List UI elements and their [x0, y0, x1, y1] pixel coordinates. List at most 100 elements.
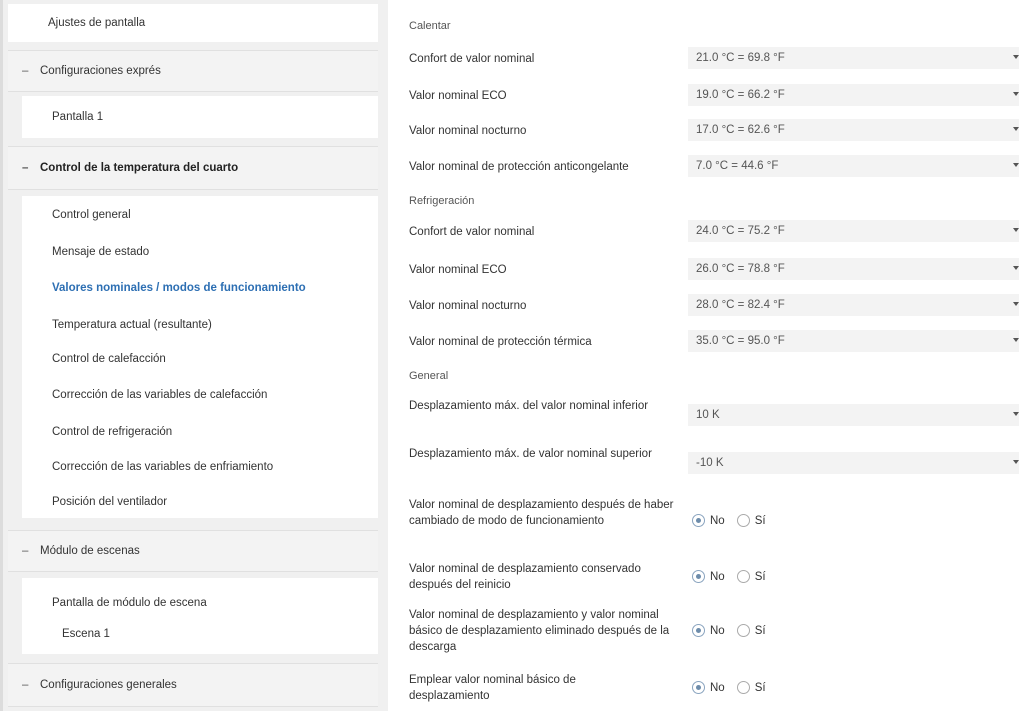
sidebar-item-label: Corrección de las variables de enfriamie…: [52, 461, 274, 473]
radio-label: No: [710, 514, 725, 527]
section-cool-title: Refrigeración: [409, 195, 475, 207]
param-label: Confort de valor nominal: [409, 53, 535, 65]
radio-label: No: [710, 570, 725, 583]
sidebar-item-label: Control general: [52, 209, 131, 221]
sidebar-item-display-settings[interactable]: Ajustes de pantalla: [8, 4, 378, 42]
param-select[interactable]: 21.0 °C = 69.8 °F: [688, 47, 1019, 69]
radio-no[interactable]: [692, 514, 705, 527]
sidebar-item-screen1[interactable]: Pantalla 1: [22, 96, 378, 138]
sidebar-item-label: Control de calefacción: [52, 353, 166, 365]
radio-group: No Sí: [692, 681, 778, 694]
section-heat-title: Calentar: [409, 20, 451, 32]
param-select[interactable]: 7.0 °C = 44.6 °F: [688, 155, 1019, 177]
caret-down-icon: [1013, 228, 1019, 232]
sidebar-item-actual-temp[interactable]: Temperatura actual (resultante): [22, 314, 378, 336]
param-value: 28.0 °C = 82.4 °F: [696, 299, 785, 311]
sidebar-group-label: Control de la temperatura del cuarto: [40, 162, 239, 174]
collapse-icon[interactable]: –: [22, 679, 40, 691]
radio-label: Sí: [754, 514, 766, 527]
sidebar-item-label: Mensaje de estado: [52, 246, 150, 258]
parameter-panel: Calentar Confort de valor nominal 21.0 °…: [409, 0, 1019, 711]
sidebar-item-heating-correction[interactable]: Corrección de las variables de calefacci…: [22, 384, 378, 406]
sidebar-item-heating-control[interactable]: Control de calefacción: [22, 348, 378, 370]
param-value: 10 K: [696, 409, 720, 421]
radio-no[interactable]: [692, 681, 705, 694]
param-value: 21.0 °C = 69.8 °F: [696, 52, 785, 64]
param-select[interactable]: 19.0 °C = 66.2 °F: [688, 84, 1019, 106]
param-label: Desplazamiento máx. de valor nominal sup…: [409, 448, 652, 460]
sidebar-group-general-settings[interactable]: – Configuraciones generales: [8, 663, 378, 707]
sidebar-item-label: Valores nominales / modos de funcionamie…: [52, 282, 306, 294]
param-label: Valor nominal de protección térmica: [409, 336, 592, 348]
param-select[interactable]: 35.0 °C = 95.0 °F: [688, 330, 1019, 352]
caret-down-icon: [1013, 127, 1019, 131]
param-label: Valor nominal nocturno: [409, 125, 527, 137]
sidebar-group-room-temp[interactable]: – Control de la temperatura del cuarto: [8, 146, 378, 190]
collapse-icon[interactable]: –: [22, 162, 40, 174]
radio-group: No Sí: [692, 514, 778, 527]
caret-down-icon: [1013, 92, 1019, 96]
param-value: 24.0 °C = 75.2 °F: [696, 225, 785, 237]
sidebar-item-general-control[interactable]: Control general: [22, 204, 378, 226]
param-select[interactable]: 24.0 °C = 75.2 °F: [688, 220, 1019, 242]
radio-group: No Sí: [692, 570, 778, 583]
sidebar-item-scene1[interactable]: Escena 1: [22, 623, 378, 645]
param-value: -10 K: [696, 457, 724, 469]
radio-no[interactable]: [692, 570, 705, 583]
collapse-icon[interactable]: –: [22, 65, 40, 77]
param-value: 35.0 °C = 95.0 °F: [696, 335, 785, 347]
param-label: Emplear valor nominal básico de desplaza…: [409, 674, 576, 702]
sidebar-item-label: Pantalla de módulo de escena: [52, 597, 207, 609]
param-value: 19.0 °C = 66.2 °F: [696, 89, 785, 101]
param-select[interactable]: 17.0 °C = 62.6 °F: [688, 119, 1019, 141]
sidebar-item-cooling-control[interactable]: Control de refrigeración: [22, 421, 378, 443]
radio-yes[interactable]: [736, 681, 750, 694]
radio-label: No: [710, 681, 725, 694]
sidebar-group-express-settings[interactable]: – Configuraciones exprés: [8, 50, 378, 92]
param-select[interactable]: 28.0 °C = 82.4 °F: [688, 294, 1019, 316]
param-label: Valor nominal de protección anticongelan…: [409, 161, 629, 173]
caret-down-icon: [1013, 338, 1019, 342]
caret-down-icon: [1013, 412, 1019, 416]
sidebar-group-label: Configuraciones exprés: [40, 65, 161, 77]
sidebar-item-status-message[interactable]: Mensaje de estado: [22, 241, 378, 263]
sidebar-item-fan-position[interactable]: Posición del ventilador: [22, 491, 378, 513]
sidebar-item-label: Control de refrigeración: [52, 426, 173, 438]
param-value: 7.0 °C = 44.6 °F: [696, 160, 779, 172]
sidebar-item-label: Ajustes de pantalla: [48, 17, 146, 29]
radio-label: Sí: [754, 624, 766, 637]
radio-no[interactable]: [692, 624, 705, 637]
sidebar-group-label: Módulo de escenas: [40, 545, 140, 557]
sidebar-item-setpoints[interactable]: Valores nominales / modos de funcionamie…: [22, 277, 378, 299]
param-label: Confort de valor nominal: [409, 226, 535, 238]
param-select[interactable]: -10 K: [688, 452, 1019, 474]
radio-label: Sí: [754, 681, 766, 694]
caret-down-icon: [1013, 460, 1019, 464]
param-select[interactable]: 26.0 °C = 78.8 °F: [688, 258, 1019, 280]
sidebar-item-label: Escena 1: [62, 628, 110, 640]
radio-yes[interactable]: [736, 514, 750, 527]
param-label: Valor nominal de desplazamiento conserva…: [409, 563, 641, 591]
sidebar-item-cooling-correction[interactable]: Corrección de las variables de enfriamie…: [22, 456, 378, 478]
param-value: 26.0 °C = 78.8 °F: [696, 263, 785, 275]
sidebar-group-label: Configuraciones generales: [40, 679, 177, 691]
sidebar-item-label: Pantalla 1: [52, 111, 104, 123]
sidebar-item-label: Corrección de las variables de calefacci…: [52, 389, 268, 401]
radio-yes[interactable]: [736, 570, 750, 583]
sidebar-item-label: Temperatura actual (resultante): [52, 319, 212, 331]
caret-down-icon: [1013, 55, 1019, 59]
caret-down-icon: [1013, 163, 1019, 167]
param-value: 17.0 °C = 62.6 °F: [696, 124, 785, 136]
sidebar-group-scene-module[interactable]: – Módulo de escenas: [8, 530, 378, 572]
sidebar-item-scene-screen[interactable]: Pantalla de módulo de escena: [22, 592, 378, 614]
radio-label: No: [710, 624, 725, 637]
caret-down-icon: [1013, 266, 1019, 270]
sidebar-item-label: Posición del ventilador: [52, 496, 168, 508]
section-general-title: General: [409, 370, 449, 382]
param-label: Valor nominal de desplazamiento después …: [409, 499, 674, 527]
collapse-icon[interactable]: –: [22, 545, 40, 557]
param-label: Valor nominal ECO: [409, 264, 507, 276]
radio-yes[interactable]: [736, 624, 750, 637]
param-select[interactable]: 10 K: [688, 404, 1019, 426]
param-label: Desplazamiento máx. del valor nominal in…: [409, 400, 649, 412]
